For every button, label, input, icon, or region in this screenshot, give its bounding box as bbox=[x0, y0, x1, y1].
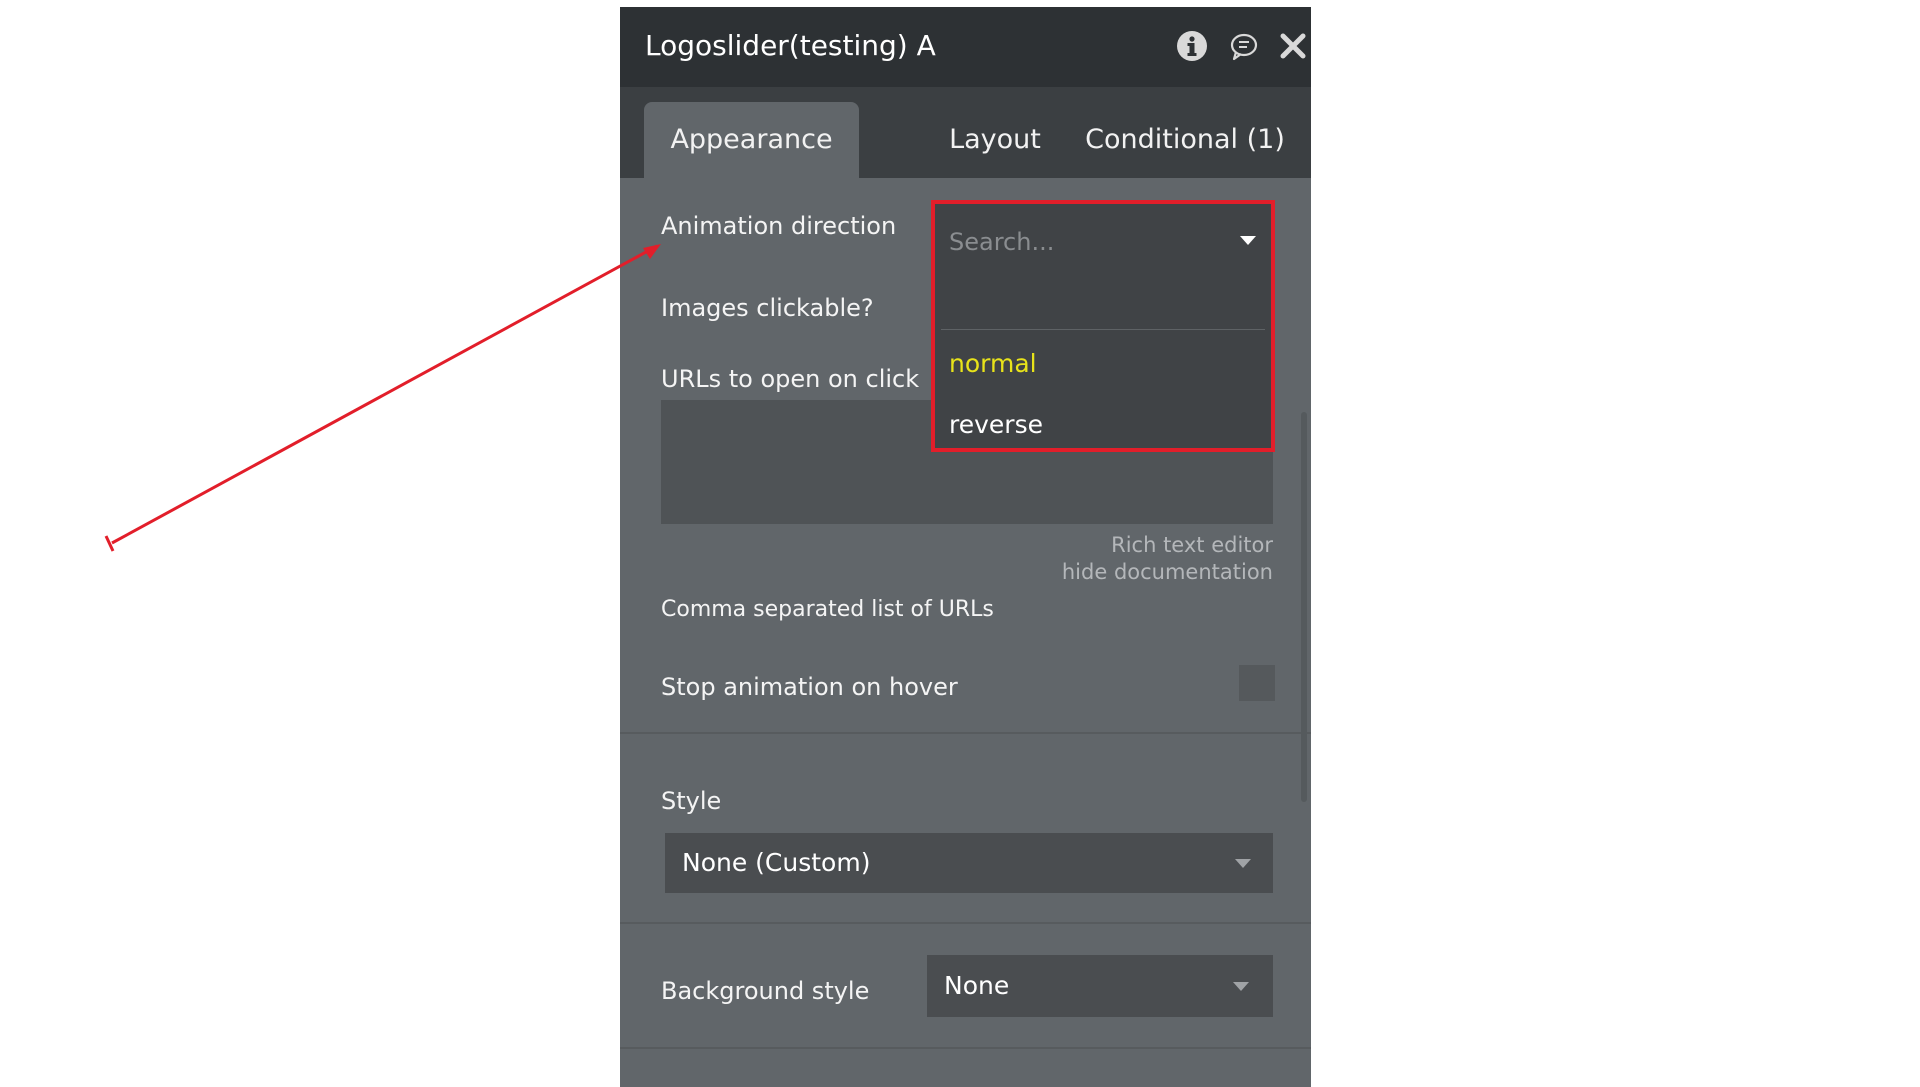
dropdown-search-input[interactable]: Search... bbox=[949, 228, 1054, 256]
hide-documentation-link[interactable]: hide documentation bbox=[1062, 560, 1273, 584]
tab-label: Conditional (1) bbox=[1085, 124, 1285, 155]
tab-label: Appearance bbox=[670, 124, 833, 155]
images-clickable-label: Images clickable? bbox=[661, 294, 874, 322]
comma-separated-hint: Comma separated list of URLs bbox=[661, 597, 994, 622]
close-icon[interactable] bbox=[1276, 29, 1310, 63]
dropdown-separator bbox=[941, 329, 1265, 330]
section-divider bbox=[620, 922, 1311, 924]
tab-appearance[interactable]: Appearance bbox=[644, 102, 859, 178]
style-select-value: None (Custom) bbox=[682, 848, 871, 877]
section-divider bbox=[620, 732, 1311, 734]
chevron-down-icon bbox=[1233, 982, 1249, 991]
info-icon[interactable] bbox=[1175, 29, 1209, 63]
panel-title: Logoslider(testing) A bbox=[645, 29, 936, 62]
caret-down-icon[interactable] bbox=[1240, 236, 1256, 245]
stop-animation-label: Stop animation on hover bbox=[661, 673, 958, 701]
rich-text-editor-link[interactable]: Rich text editor bbox=[1111, 533, 1273, 557]
background-style-label: Background style bbox=[661, 977, 870, 1005]
background-style-select[interactable]: None bbox=[927, 955, 1273, 1017]
style-select[interactable]: None (Custom) bbox=[665, 833, 1273, 893]
background-style-value: None bbox=[944, 971, 1010, 1000]
tab-conditional[interactable]: Conditional (1) bbox=[1080, 102, 1290, 178]
dropdown-option-reverse[interactable]: reverse bbox=[949, 410, 1043, 439]
property-editor-panel: Logoslider(testing) A Appearance Layout … bbox=[620, 7, 1311, 1087]
tab-layout[interactable]: Layout bbox=[910, 102, 1080, 178]
style-label: Style bbox=[661, 787, 722, 815]
panel-header: Logoslider(testing) A bbox=[620, 7, 1311, 87]
dropdown-option-normal[interactable]: normal bbox=[949, 349, 1037, 378]
urls-to-open-label: URLs to open on click bbox=[661, 365, 920, 393]
animation-direction-label: Animation direction bbox=[661, 212, 897, 240]
stop-animation-checkbox[interactable] bbox=[1239, 665, 1275, 701]
tab-label: Layout bbox=[949, 124, 1041, 155]
comment-icon[interactable] bbox=[1227, 29, 1261, 63]
section-divider bbox=[620, 1047, 1311, 1049]
panel-scrollbar[interactable] bbox=[1301, 412, 1307, 802]
animation-direction-dropdown[interactable]: Search... normal reverse bbox=[931, 200, 1275, 452]
chevron-down-icon bbox=[1235, 859, 1251, 868]
